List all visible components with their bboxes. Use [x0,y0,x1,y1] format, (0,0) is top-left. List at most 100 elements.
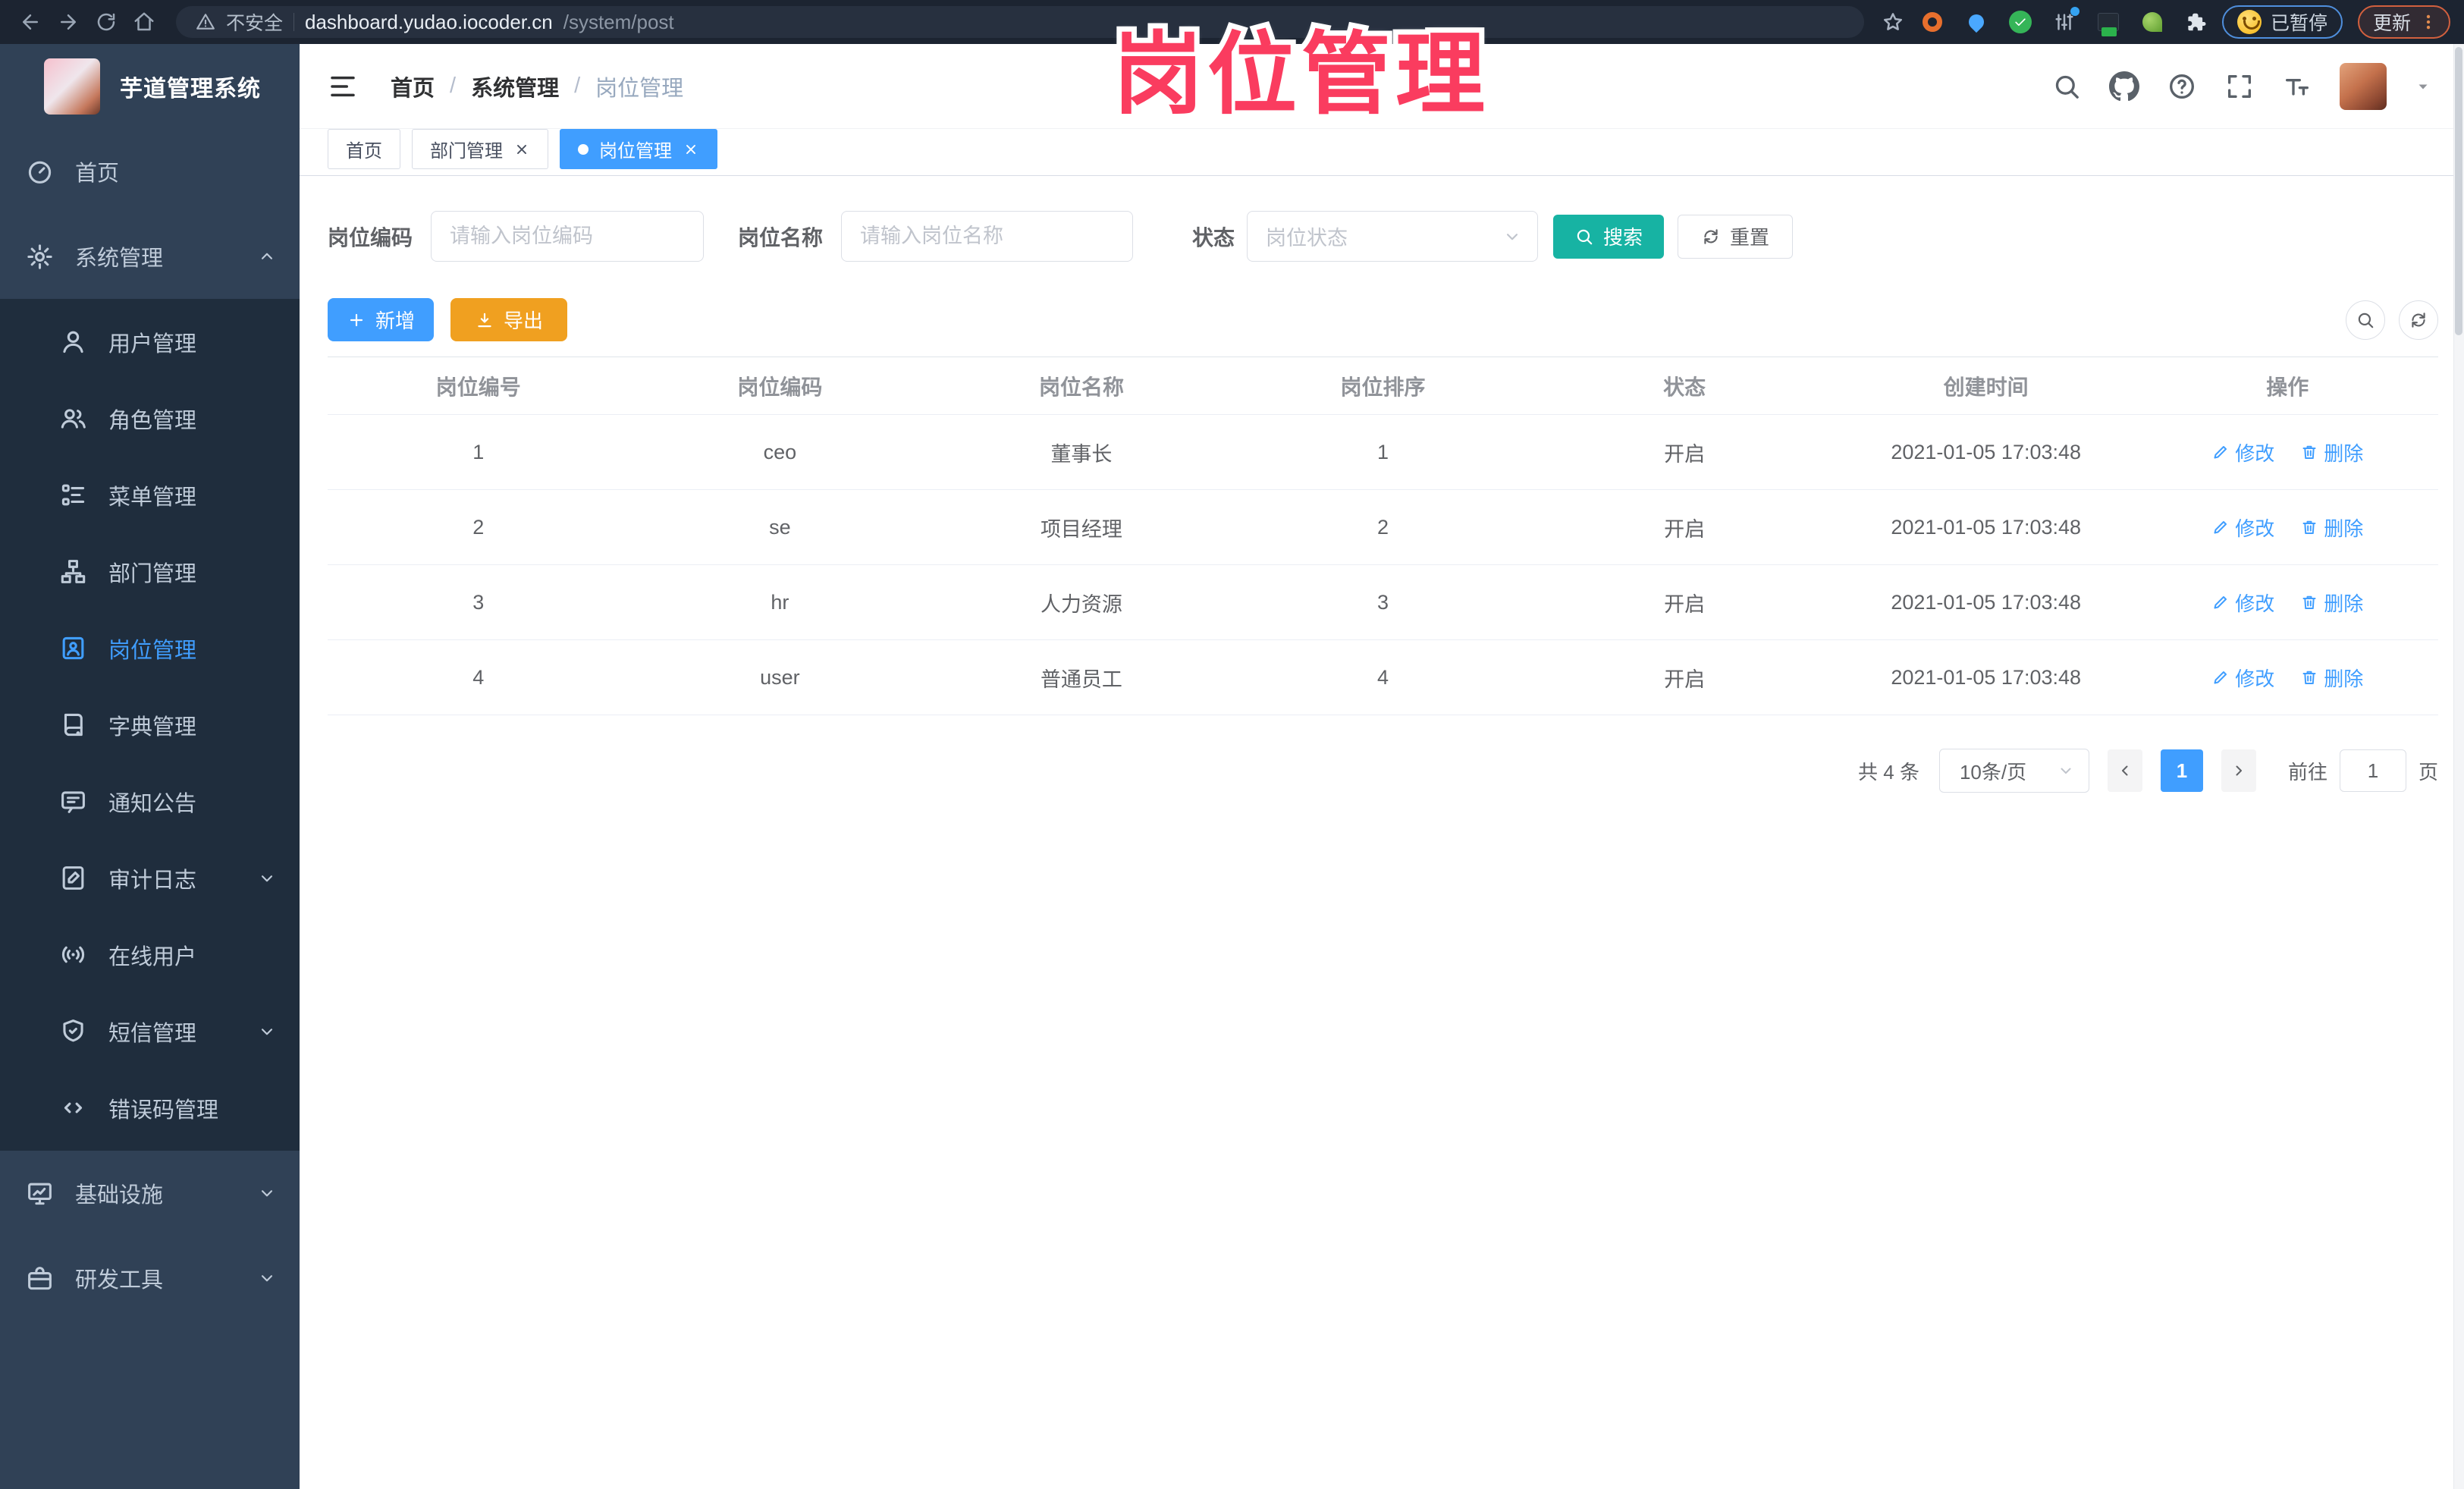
header-actions [2051,62,2432,110]
delete-link[interactable]: 删除 [2300,664,2363,692]
trash-icon [2300,443,2318,461]
reset-button[interactable]: 重置 [1678,214,1794,259]
table-toolbar: 新增 导出 [328,298,2438,341]
ext-leaf-icon[interactable] [2139,8,2166,36]
ext-green-check-icon[interactable] [2007,8,2034,36]
refresh-table-button[interactable] [2399,300,2438,340]
help-doc-icon[interactable] [2167,71,2197,102]
sidebar-item-dict[interactable]: 字典管理 [0,686,300,763]
status-select[interactable]: 岗位状态 [1247,211,1539,262]
sidebar-submenu: 用户管理 角色管理 菜单管理部门管理岗位管理字典管理通知公告审计日志在线用户 短信管理… [0,299,300,1151]
breadcrumb-item[interactable]: 系统管理 [471,71,559,102]
bookmark-star-button[interactable] [1879,8,1907,36]
browser-update-button[interactable]: 更新 [2357,5,2450,39]
breadcrumb-item[interactable]: 首页 [391,71,435,102]
goto-page-input[interactable] [2339,749,2406,792]
sidebar-item-infrastructure[interactable]: 基础设施 [0,1151,300,1236]
post-code-input[interactable] [431,211,705,262]
ext-orange-ring-icon[interactable] [1919,8,1946,36]
browser-reload-button[interactable] [89,5,123,39]
tab-close-icon[interactable] [513,141,530,158]
org-tree-icon [59,558,87,586]
forward-icon [57,11,80,33]
gear-icon [26,243,54,271]
toggle-search-button[interactable] [2346,300,2385,340]
tab-岗位管理[interactable]: 岗位管理 [560,129,717,169]
browser-home-button[interactable] [127,5,161,39]
scrollbar-thumb[interactable] [2455,47,2462,335]
sidebar-item-notice[interactable]: 通知公告 [0,763,300,840]
tab-首页[interactable]: 首页 [328,129,400,169]
post-name-input[interactable] [841,211,1134,262]
address-bar[interactable]: 不安全 dashboard.yudao.iocoder.cn/system/po… [176,6,1864,38]
cell-id: 4 [472,665,485,689]
page-1-button[interactable]: 1 [2160,749,2203,792]
cell-code: user [760,665,800,689]
infrastructure-icon [26,1180,54,1208]
github-icon[interactable] [2109,71,2139,102]
delete-link-label: 删除 [2324,517,2364,540]
sidebar-item-role[interactable]: 角色管理 [0,380,300,457]
edit-link-label: 修改 [2235,667,2275,690]
edit-link[interactable]: 修改 [2211,589,2274,617]
user-icon [59,328,87,356]
search-icon[interactable] [2051,71,2082,102]
paused-button[interactable]: 已暂停 [2221,5,2343,39]
browser-back-button[interactable] [14,5,47,39]
url-domain: dashboard.yudao.iocoder.cn [305,10,553,33]
ext-translator-icon[interactable] [2095,8,2122,36]
extensions-puzzle-icon[interactable] [2183,8,2210,36]
trash-icon [2300,518,2318,536]
sidebar-item-label: 审计日志 [108,868,197,893]
sidebar-item-user[interactable]: 用户管理 [0,303,300,380]
ext-sliders-icon[interactable] [2051,7,2079,36]
back-icon [19,11,42,33]
edit-link[interactable]: 修改 [2211,438,2274,466]
sidebar-item-dev-tools[interactable]: 研发工具 [0,1236,300,1321]
browser-forward-button[interactable] [52,5,85,39]
delete-link[interactable]: 删除 [2300,589,2363,617]
chevron-down-icon [257,1022,277,1041]
tab-label: 部门管理 [430,141,503,162]
chevron-down-icon [257,869,277,888]
add-button[interactable]: 新增 [328,298,434,341]
next-page-button[interactable] [2221,749,2256,792]
font-size-icon[interactable] [2282,71,2312,102]
browser-menu-kebab-icon[interactable] [2418,12,2438,32]
fullscreen-icon[interactable] [2224,71,2255,102]
edit-pencil-icon [2211,668,2230,686]
tab-close-icon[interactable] [683,141,699,158]
sidebar-item-label: 字典管理 [108,715,197,740]
sidebar-item-post[interactable]: 岗位管理 [0,610,300,686]
sidebar-item-dept[interactable]: 部门管理 [0,533,300,610]
edit-link[interactable]: 修改 [2211,514,2274,542]
sidebar-collapse-button[interactable] [327,71,359,102]
sidebar-item-label: 部门管理 [108,561,197,586]
ext-location-pin-icon[interactable] [1963,8,1990,36]
column-header: 状态 [1663,375,1706,399]
search-button[interactable]: 搜索 [1553,214,1665,259]
prev-page-button[interactable] [2107,749,2142,792]
sidebar-item-audit-log[interactable]: 审计日志 [0,840,300,916]
post-name-label: 岗位名称 [738,225,824,250]
sidebar-item-menu[interactable]: 菜单管理 [0,457,300,533]
page-header: 首页 / 系统管理 / 岗位管理 [300,44,2464,129]
sidebar-item-home[interactable]: 首页 [0,129,300,214]
user-avatar[interactable] [2340,62,2387,110]
export-button[interactable]: 导出 [450,298,567,341]
cell-created: 2021-01-05 17:03:48 [1891,515,2082,539]
tab-部门管理[interactable]: 部门管理 [412,129,548,169]
post-badge-icon [59,634,87,662]
edit-link[interactable]: 修改 [2211,664,2274,692]
sidebar-item-error-code[interactable]: 错误码管理 [0,1070,300,1146]
sidebar-item-system[interactable]: 系统管理 [0,214,300,299]
active-tab-dot [578,143,589,155]
column-header: 岗位名称 [1038,375,1124,399]
sidebar-item-sms[interactable]: 短信管理 [0,993,300,1070]
chevron-right-icon [2230,762,2248,780]
delete-link[interactable]: 删除 [2300,438,2363,466]
sidebar-item-online-user[interactable]: 在线用户 [0,916,300,993]
delete-link[interactable]: 删除 [2300,514,2363,542]
avatar-caret-down-icon[interactable] [2414,77,2432,96]
page-size-select[interactable]: 10条/页 [1938,749,2089,793]
